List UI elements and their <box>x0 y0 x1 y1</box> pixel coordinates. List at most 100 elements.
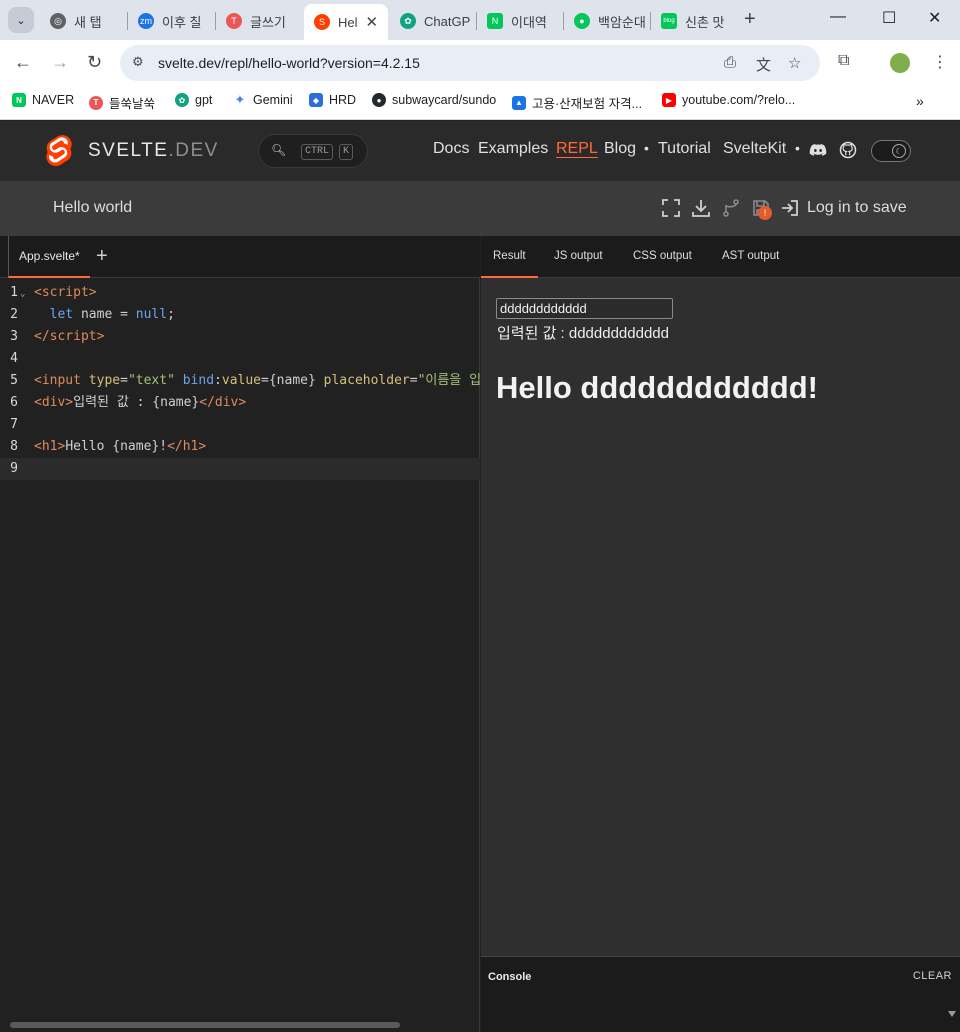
code-area[interactable]: 1 ⌄ <script> 2 let name = null; 3 </script>… <box>0 282 481 480</box>
discord-icon[interactable] <box>809 141 827 159</box>
bookmark-tistory[interactable]: T 들쑥날쑥 <box>89 93 155 112</box>
preview-heading: Hello dddddddddddd! <box>496 370 818 405</box>
preview-entered-value: 입력된 값 : dddddddddddd <box>497 325 669 342</box>
new-tab-button[interactable]: + <box>744 8 756 31</box>
svelte-logo-icon[interactable] <box>44 135 74 167</box>
editor-file-tabs: App.svelte* + <box>0 236 480 278</box>
tab-ast-output[interactable]: AST output <box>722 250 779 262</box>
browser-tab-write[interactable]: T 글쓰기 <box>216 6 304 36</box>
file-tab-app-svelte[interactable]: App.svelte* <box>8 236 90 278</box>
bookmark-label: NAVER <box>32 93 75 107</box>
nav-repl[interactable]: REPL <box>556 140 598 158</box>
preview-name-input[interactable] <box>496 298 673 319</box>
login-to-save-button[interactable]: Log in to save <box>807 199 907 217</box>
minimize-icon[interactable]: — <box>830 8 846 26</box>
nav-sveltekit[interactable]: SvelteKit <box>723 140 786 158</box>
nav-separator-dot: • <box>795 140 800 156</box>
horizontal-scrollbar[interactable] <box>10 1022 400 1028</box>
naver-icon: N <box>487 13 503 29</box>
tab-title: 새 탭 <box>74 14 102 30</box>
fullscreen-icon[interactable] <box>661 198 681 218</box>
site-info-icon[interactable]: ⚙ <box>132 54 144 70</box>
hrd-icon: ◆ <box>309 93 323 107</box>
bookmark-label: 들쑥날쑥 <box>109 97 156 111</box>
bookmark-hrd[interactable]: ◆ HRD <box>309 93 356 107</box>
code-line[interactable]: 3 </script> <box>0 326 480 348</box>
more-menu-icon[interactable]: ⋮ <box>932 52 948 72</box>
fork-icon[interactable] <box>721 198 741 218</box>
code-line[interactable]: 2 let name = null; <box>0 304 480 326</box>
tab-search-button[interactable]: ⌄ <box>8 7 34 33</box>
bookmark-insurance[interactable]: ▲ 고용·산재보험 자격... <box>512 93 642 112</box>
repl-title[interactable]: Hello world <box>53 199 132 217</box>
browser-tab-chatgpt[interactable]: ✿ ChatGP <box>390 6 476 36</box>
bookmark-youtube[interactable]: ▶ youtube.com/?relo... <box>662 93 795 107</box>
bookmark-label: gpt <box>195 93 213 107</box>
browser-tab-blog[interactable]: blog 신촌 맛 <box>651 6 737 36</box>
maximize-icon[interactable]: ☐ <box>882 8 896 28</box>
login-icon[interactable] <box>780 198 800 218</box>
nav-docs[interactable]: Docs <box>433 140 469 158</box>
nav-tutorial[interactable]: Tutorial <box>658 140 711 158</box>
console-clear-button[interactable]: CLEAR <box>913 970 952 982</box>
code-line[interactable]: 8 <h1>Hello {name}!</h1> <box>0 436 480 458</box>
tab-title: Hel <box>338 14 358 30</box>
nav-blog[interactable]: Blog <box>604 140 636 158</box>
nav-examples[interactable]: Examples <box>478 140 548 158</box>
forward-arrow-icon[interactable]: → <box>51 52 69 73</box>
logo-dev-text: .DEV <box>168 140 219 161</box>
theme-toggle[interactable]: ☾ <box>871 140 911 162</box>
github-icon[interactable] <box>839 141 857 159</box>
bookmark-naver[interactable]: N NAVER <box>12 93 74 107</box>
tab-result[interactable]: Result <box>481 250 538 278</box>
browser-tab-new[interactable]: ◎ 새 탭 <box>40 6 128 36</box>
tab-js-output[interactable]: JS output <box>554 250 603 262</box>
reload-icon[interactable]: ↻ <box>87 52 102 73</box>
bookmark-gpt[interactable]: ✿ gpt <box>175 93 212 107</box>
fold-chevron-icon[interactable]: ⌄ <box>20 283 34 305</box>
site-logo-text[interactable]: SVELTE.DEV <box>88 140 219 162</box>
add-file-icon[interactable]: + <box>96 245 108 268</box>
code-line[interactable]: 5 <input type="text" bind:value={name} pl… <box>0 370 481 392</box>
code-line[interactable]: 4 <box>0 348 480 370</box>
code-line[interactable]: 1 ⌄ <script> <box>0 282 480 304</box>
bookmarks-bar: N NAVER T 들쑥날쑥 ✿ gpt ✦ Gemini ◆ HRD ● su… <box>0 86 960 120</box>
nav-separator-dot: • <box>644 140 649 156</box>
site-header: SVELTE.DEV 🔍︎ CTRL K Docs Examples REPL … <box>0 121 960 181</box>
browser-tab-map[interactable]: ● 백암순대 <box>564 6 650 36</box>
insurance-icon: ▲ <box>512 95 526 110</box>
bookmark-label: HRD <box>329 93 357 107</box>
bookmark-gemini[interactable]: ✦ Gemini <box>233 92 293 107</box>
extensions-icon[interactable]: ⧉ <box>838 52 849 70</box>
more-bookmarks-chevron-icon[interactable]: » <box>916 93 924 109</box>
code-line-current[interactable]: 9 <box>0 458 480 480</box>
tistory-icon: T <box>226 13 242 29</box>
translate-icon[interactable]: 文 <box>756 54 771 75</box>
tab-css-output[interactable]: CSS output <box>633 250 692 262</box>
close-tab-icon[interactable]: ✕ <box>366 13 379 31</box>
browser-tab-naver[interactable]: N 이대역 <box>477 6 563 36</box>
browser-tab-strip: ⌄ ◎ 새 탭 zm 이후 칠 T 글쓰기 S Hel ✕ ✿ ChatGP N… <box>0 0 960 40</box>
bookmark-github[interactable]: ● subwaycard/sundo <box>372 93 496 107</box>
browser-tab-zm[interactable]: zm 이후 칠 <box>128 6 216 36</box>
code-line[interactable]: 7 <box>0 414 480 436</box>
address-bar[interactable]: ⚙ svelte.dev/repl/hello-world?version=4.… <box>120 45 820 81</box>
scroll-down-arrow-icon[interactable] <box>948 1011 956 1017</box>
url-text[interactable]: svelte.dev/repl/hello-world?version=4.2.… <box>158 55 420 71</box>
install-app-icon[interactable]: ⎙ <box>724 54 736 71</box>
site-search-button[interactable]: 🔍︎ CTRL K <box>258 134 368 168</box>
download-icon[interactable] <box>691 198 711 218</box>
console-title[interactable]: Console <box>488 971 531 983</box>
console-panel: Console CLEAR <box>481 956 960 1032</box>
browser-tab-svelte-active[interactable]: S Hel ✕ <box>304 4 388 40</box>
back-arrow-icon[interactable]: ← <box>14 52 32 73</box>
code-editor-pane: App.svelte* + 1 ⌄ <script> 2 let name = nu… <box>0 236 481 1032</box>
close-window-icon[interactable]: ✕ <box>928 8 941 28</box>
code-line[interactable]: 6 <div>입력된 값 : {name}</div> <box>0 392 480 414</box>
line-number: 2 <box>10 307 18 322</box>
zm-icon: zm <box>138 13 154 29</box>
bookmark-star-icon[interactable]: ☆ <box>788 54 801 72</box>
tab-title: 이후 칠 <box>162 14 202 30</box>
profile-avatar[interactable] <box>890 53 910 73</box>
repl-toolbar: Hello world Log in to save <box>0 181 960 236</box>
